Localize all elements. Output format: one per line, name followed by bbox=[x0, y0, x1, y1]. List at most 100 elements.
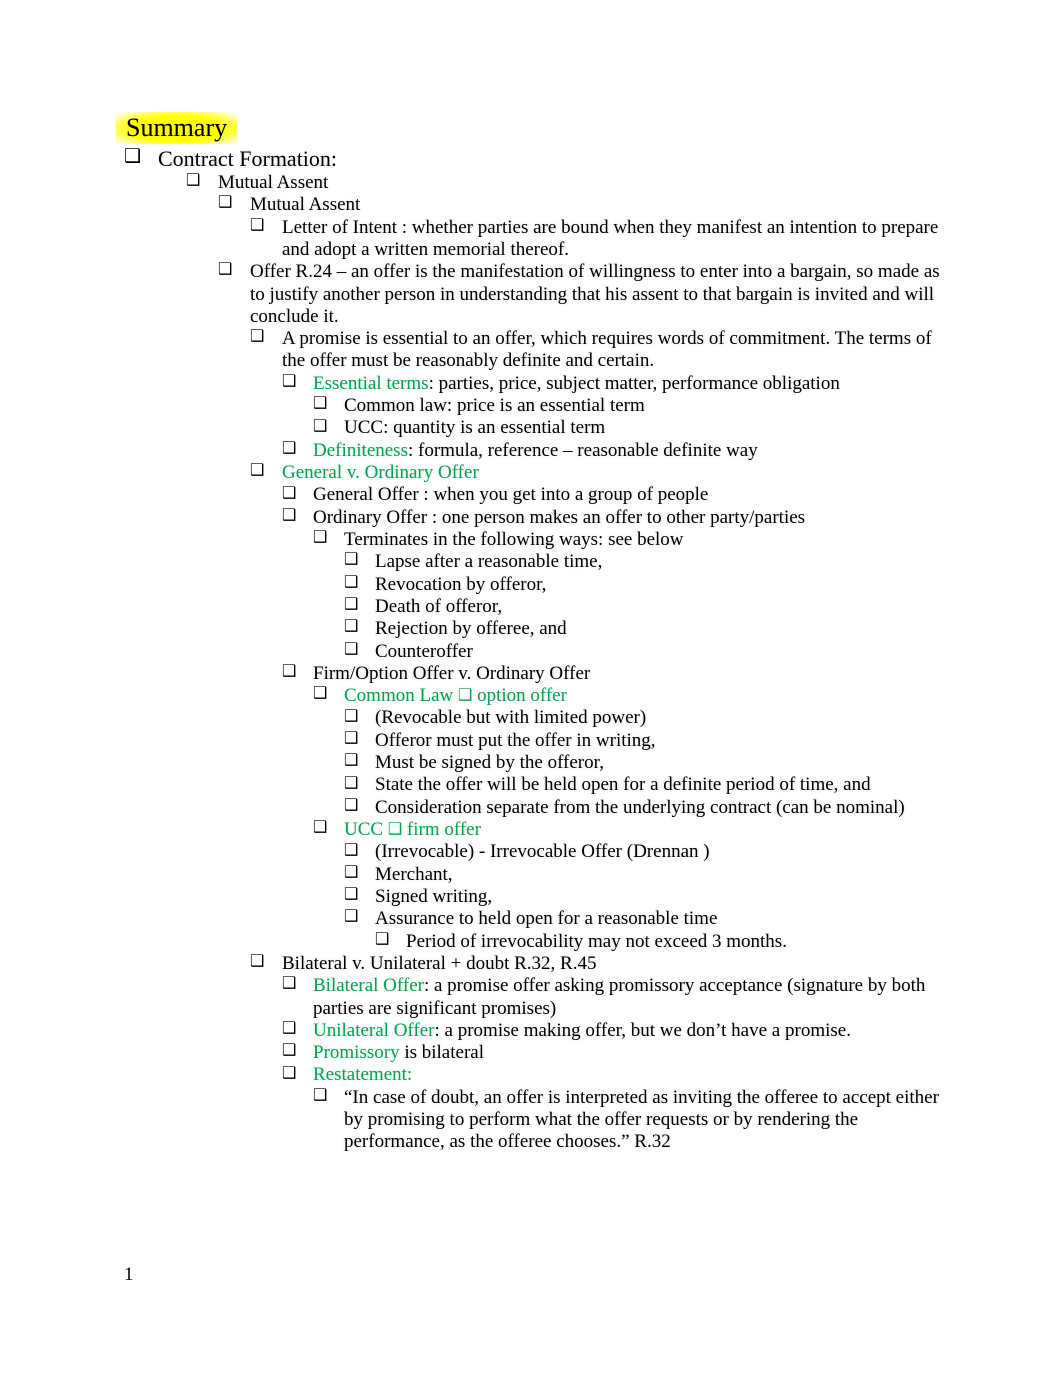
outline-item-revocable-limited-power: ❑ (Revocable but with limited power) bbox=[108, 705, 948, 729]
title-row: Summary bbox=[108, 112, 948, 145]
outline-item-text: Revocation by offeror, bbox=[375, 573, 547, 595]
outline-item-assurance-held-open: ❑ Assurance to held open for a reasonable… bbox=[108, 907, 948, 930]
bullet-glyph-icon: ❑ bbox=[282, 973, 297, 993]
bullet-glyph-icon: ❑ bbox=[282, 1018, 297, 1038]
outline-item-text: Merchant, bbox=[375, 863, 453, 885]
outline-item-text: Assurance to held open for a reasonable … bbox=[375, 908, 718, 930]
bullet-glyph-icon: ❑ bbox=[218, 192, 233, 212]
outline-item-firm-option-offer: ❑ Firm/Option Offer v. Ordinary Offer bbox=[108, 661, 948, 685]
bullet-glyph-icon: ❑ bbox=[313, 817, 328, 837]
bullet-glyph-icon: ❑ bbox=[250, 326, 265, 346]
bullet-glyph-icon: ❑ bbox=[344, 616, 359, 636]
bullet-glyph-icon: ❑ bbox=[344, 638, 359, 658]
outline-item-restatement: ❑ Restatement: bbox=[108, 1062, 948, 1086]
bullet-glyph-icon: ❑ bbox=[282, 661, 297, 681]
bullet-glyph-icon: ❑ bbox=[344, 884, 359, 904]
outline-item-revocation: ❑ Revocation by offeror, bbox=[108, 571, 948, 596]
outline-item-death-of-offeror: ❑ Death of offeror, bbox=[108, 594, 948, 618]
outline-item-text: Bilateral v. Unilateral + doubt R.32, R.… bbox=[282, 952, 597, 974]
outline-item-text: General Offer : when you get into a grou… bbox=[313, 484, 709, 506]
bullet-glyph-icon: ❑ bbox=[282, 370, 297, 390]
bullet-glyph-icon: ❑ bbox=[124, 145, 142, 168]
bullet-glyph-icon: ❑ bbox=[344, 772, 359, 792]
outline-item-text: Counteroffer bbox=[375, 640, 473, 662]
document-content: Summary ❑ Contract Formation: ❑ Mutual Asse… bbox=[108, 112, 948, 1154]
outline-item-rejection: ❑ Rejection by offeree, and bbox=[108, 616, 948, 640]
outline-item-held-open-definite: ❑ State the offer will be held open for a… bbox=[108, 772, 948, 796]
outline-item-text: Definiteness: formula, reference – reaso… bbox=[313, 439, 758, 461]
bullet-glyph-icon: ❑ bbox=[344, 705, 359, 725]
outline-item-definiteness: ❑ Definiteness: formula, reference – reas… bbox=[108, 437, 948, 462]
bullet-glyph-icon: ❑ bbox=[282, 504, 297, 524]
bullet-glyph-icon: ❑ bbox=[313, 1084, 328, 1104]
bullet-glyph-icon: ❑ bbox=[186, 170, 201, 190]
outline-item-offeror-writing: ❑ Offeror must put the offer in writing, bbox=[108, 727, 948, 752]
outline-item-text: Bilateral Offer: a promise offer asking … bbox=[313, 975, 926, 1019]
bullet-glyph-icon: ❑ bbox=[282, 1040, 297, 1060]
outline-item-text: Offeror must put the offer in writing, bbox=[375, 729, 656, 751]
outline-item-text: Rejection by offeree, and bbox=[375, 618, 567, 640]
outline-item-common-law-price: ❑ Common law: price is an essential term bbox=[108, 393, 948, 417]
bullet-glyph-icon: ❑ bbox=[344, 571, 359, 591]
outline-text-accent: Promissory bbox=[313, 1042, 400, 1064]
outline-item-common-law-option-offer: ❑ Common Law ❑ option offer bbox=[108, 683, 948, 707]
bullet-glyph-icon: ❑ bbox=[313, 415, 328, 435]
outline-item-text: Firm/Option Offer v. Ordinary Offer bbox=[313, 662, 591, 684]
bullet-glyph-icon: ❑ bbox=[344, 549, 359, 569]
outline-item-text: Mutual Assent bbox=[218, 171, 329, 193]
outline-item-text: (Revocable but with limited power) bbox=[375, 707, 647, 729]
outline-item-text: Period of irrevocability may not exceed … bbox=[406, 930, 787, 952]
outline-text-accent: UCC ❑ firm offer bbox=[344, 819, 481, 841]
bullet-glyph-icon: ❑ bbox=[250, 951, 265, 971]
outline-item-period-irrevocability: ❑ Period of irrevocability may not exceed… bbox=[108, 929, 948, 953]
outline-item-bilateral-offer: ❑ Bilateral Offer: a promise offer asking… bbox=[108, 973, 948, 1020]
outline-item-contract-formation: ❑ Contract Formation: bbox=[108, 145, 948, 172]
bullet-glyph-icon: ❑ bbox=[313, 393, 328, 413]
outline-item-ucc-quantity: ❑ UCC: quantity is an essential term bbox=[108, 415, 948, 439]
inline-arrow-glyph-icon: ❑ bbox=[458, 685, 473, 705]
outline-item-text: Consideration separate from the underlyi… bbox=[375, 796, 905, 818]
bullet-glyph-icon: ❑ bbox=[282, 437, 297, 457]
outline-item-mutual-assent-1: ❑ Mutual Assent bbox=[108, 170, 948, 194]
outline-item-text: A promise is essential to an offer, whic… bbox=[282, 328, 932, 372]
page-title: Summary bbox=[116, 112, 238, 145]
outline-item-ucc-firm-offer: ❑ UCC ❑ firm offer bbox=[108, 817, 948, 841]
outline-item-promise-essential: ❑ A promise is essential to an offer, whi… bbox=[108, 326, 948, 373]
outline-item-text: Ordinary Offer : one person makes an off… bbox=[313, 506, 806, 528]
bullet-glyph-icon: ❑ bbox=[313, 683, 328, 703]
outline-item-mutual-assent-2: ❑ Mutual Assent bbox=[108, 192, 948, 216]
bullet-glyph-icon: ❑ bbox=[344, 594, 359, 614]
outline-item-text: (Irrevocable) - Irrevocable Offer (Drenn… bbox=[375, 841, 710, 863]
outline-item-bilateral-v-unilateral: ❑ Bilateral v. Unilateral + doubt R.32, R… bbox=[108, 951, 948, 975]
bullet-glyph-icon: ❑ bbox=[344, 727, 359, 747]
outline-item-text: Common Law ❑ option offer bbox=[344, 685, 948, 707]
outline-item-text: Essential terms: parties, price, subject… bbox=[313, 372, 840, 394]
bullet-glyph-icon: ❑ bbox=[250, 460, 265, 480]
outline-item-text: Mutual Assent bbox=[250, 194, 361, 216]
outline-item-terminates-ways: ❑ Terminates in the following ways: see b… bbox=[108, 527, 948, 551]
outline-item-text: Signed writing, bbox=[375, 885, 493, 907]
outline-item-lapse: ❑ Lapse after a reasonable time, bbox=[108, 549, 948, 573]
outline-item-consideration-separate: ❑ Consideration separate from the underly… bbox=[108, 794, 948, 819]
outline-text-accent: General v. Ordinary Offer bbox=[282, 462, 479, 484]
outline-item-ordinary-offer: ❑ Ordinary Offer : one person makes an of… bbox=[108, 504, 948, 529]
bullet-glyph-icon: ❑ bbox=[282, 1062, 297, 1082]
bullet-glyph-icon: ❑ bbox=[313, 527, 328, 547]
outline-item-irrevocable-drennan: ❑ (Irrevocable) - Irrevocable Offer (Dren… bbox=[108, 840, 948, 863]
bullet-glyph-icon: ❑ bbox=[344, 750, 359, 770]
outline-item-text: Offer R.24 – an offer is the manifestati… bbox=[250, 261, 940, 327]
bullet-glyph-icon: ❑ bbox=[344, 794, 359, 814]
outline-item-essential-terms: ❑ Essential terms: parties, price, subjec… bbox=[108, 370, 948, 395]
outline-item-promissory: ❑ Promissory is bilateral bbox=[108, 1040, 948, 1064]
bullet-glyph-icon: ❑ bbox=[218, 259, 233, 279]
outline-list: ❑ Contract Formation: ❑ Mutual Assent ❑ Mutua… bbox=[108, 145, 948, 1154]
outline-item-counteroffer: ❑ Counteroffer bbox=[108, 638, 948, 663]
outline-item-general-offer: ❑ General Offer : when you get into a gro… bbox=[108, 483, 948, 506]
outline-item-signed-by-offeror: ❑ Must be signed by the offeror, bbox=[108, 750, 948, 774]
outline-item-text: Contract Formation: bbox=[158, 146, 338, 172]
outline-item-text: State the offer will be held open for a … bbox=[375, 774, 871, 796]
outline-item-text: General v. Ordinary Offer bbox=[282, 462, 948, 484]
outline-text-accent: Restatement: bbox=[313, 1064, 413, 1086]
outline-item-text: UCC ❑ firm offer bbox=[344, 819, 948, 841]
outline-item-text: Promissory is bilateral bbox=[313, 1042, 484, 1064]
